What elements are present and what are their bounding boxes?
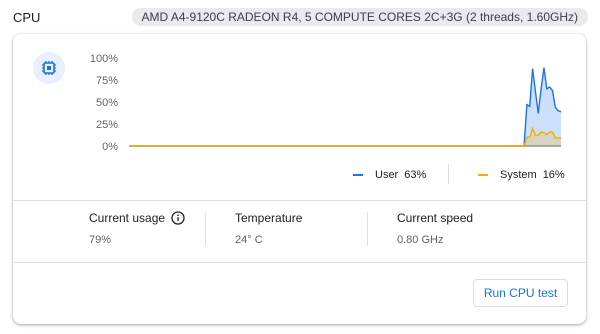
cpu-usage-chart: 100% 75% 50% 25% 0%: [90, 53, 562, 153]
y-tick-label: 50%: [96, 97, 118, 109]
temperature-value: 24° C: [235, 234, 263, 246]
current-speed-label: Current speed: [397, 211, 474, 225]
user-series-area: [129, 67, 561, 146]
system-series-area: [129, 128, 561, 146]
current-usage-value: 79%: [89, 234, 112, 246]
card-divider-top: [13, 200, 586, 201]
legend-user-label: User: [375, 169, 399, 181]
section-header: CPU AMD A4-9120C RADEON R4, 5 COMPUTE CO…: [0, 0, 600, 34]
legend-divider: [448, 164, 449, 184]
user-series-line: [129, 67, 562, 147]
cpu-model-badge: AMD A4-9120C RADEON R4, 5 COMPUTE CORES …: [131, 8, 588, 26]
current-speed-stat: Current speed 0.80 GHz: [397, 211, 473, 251]
chart-legend: User 63% System 16%: [353, 164, 573, 187]
y-tick-label: 75%: [96, 75, 118, 87]
current-usage-label: Current usage: [89, 211, 166, 225]
system-series-swatch: [478, 174, 488, 176]
legend-system: System 16%: [478, 167, 565, 183]
section-title: CPU: [13, 10, 41, 25]
cpu-chip-icon: [42, 61, 56, 75]
legend-system-label: System: [500, 169, 537, 181]
temperature-stat: Temperature 24° C: [235, 211, 302, 251]
cpu-card: 100% 75% 50% 25% 0% User 63% System 16% Curr…: [13, 34, 586, 324]
temperature-label: Temperature: [235, 211, 303, 225]
card-divider-bottom: [13, 262, 586, 263]
y-tick-label: 25%: [96, 119, 118, 131]
run-cpu-test-button[interactable]: Run CPU test: [473, 279, 568, 307]
cpu-chip-badge: [33, 52, 65, 84]
legend-user-value: 63%: [404, 169, 427, 181]
stat-divider: [205, 212, 206, 246]
system-series-line: [129, 126, 561, 147]
info-icon[interactable]: [171, 211, 185, 225]
current-usage-stat: Current usage 79%: [89, 211, 185, 251]
legend-user: User 63%: [353, 167, 426, 183]
y-tick-label: 0%: [102, 141, 118, 153]
y-tick-label: 100%: [90, 53, 118, 65]
user-series-swatch: [353, 174, 363, 176]
current-speed-value: 0.80 GHz: [397, 234, 444, 246]
legend-system-value: 16%: [542, 169, 565, 181]
stat-divider: [367, 212, 368, 246]
